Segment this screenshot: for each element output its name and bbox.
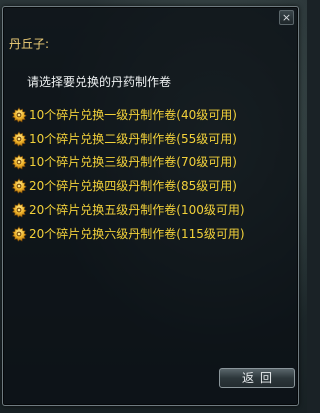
option-label[interactable]: 20个碎片兑换五级丹制作卷(100级可用)	[29, 203, 245, 217]
option-item[interactable]: 20个碎片兑换五级丹制作卷(100级可用)	[11, 198, 245, 222]
gear-icon	[11, 131, 27, 147]
dialog-prompt: 请选择要兑换的丹药制作卷	[27, 75, 172, 89]
return-button[interactable]: 返回	[219, 368, 295, 388]
option-item[interactable]: 10个碎片兑换一级丹制作卷(40级可用)	[11, 103, 245, 127]
close-button[interactable]: ×	[279, 10, 294, 25]
option-item[interactable]: 10个碎片兑换二级丹制作卷(55级可用)	[11, 127, 245, 151]
npc-name: 丹丘子:	[9, 37, 50, 51]
option-label[interactable]: 10个碎片兑换一级丹制作卷(40级可用)	[29, 108, 237, 122]
option-item[interactable]: 10个碎片兑换三级丹制作卷(70级可用)	[11, 151, 245, 175]
gear-icon	[11, 154, 27, 170]
gear-icon	[11, 202, 27, 218]
option-item[interactable]: 20个碎片兑换四级丹制作卷(85级可用)	[11, 174, 245, 198]
option-label[interactable]: 20个碎片兑换四级丹制作卷(85级可用)	[29, 179, 237, 193]
option-item[interactable]: 20个碎片兑换六级丹制作卷(115级可用)	[11, 222, 245, 246]
option-label[interactable]: 10个碎片兑换三级丹制作卷(70级可用)	[29, 155, 237, 169]
option-list: 10个碎片兑换一级丹制作卷(40级可用) 10个碎片兑换二级丹制作卷(55级可用…	[11, 103, 245, 246]
option-label[interactable]: 20个碎片兑换六级丹制作卷(115级可用)	[29, 227, 245, 241]
option-label[interactable]: 10个碎片兑换二级丹制作卷(55级可用)	[29, 132, 237, 146]
game-scene: × 丹丘子: 请选择要兑换的丹药制作卷 10个碎片兑换一级丹制作卷(40级可用)…	[0, 0, 307, 413]
gear-icon	[11, 178, 27, 194]
gear-icon	[11, 107, 27, 123]
gear-icon	[11, 226, 27, 242]
npc-dialog-window: × 丹丘子: 请选择要兑换的丹药制作卷 10个碎片兑换一级丹制作卷(40级可用)…	[2, 6, 299, 406]
